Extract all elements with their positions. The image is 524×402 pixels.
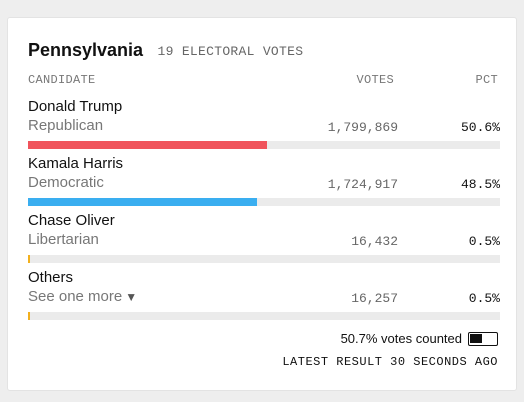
state-title: Pennsylvania [28,40,144,60]
vote-share-bar [28,198,500,206]
candidate-votes: 16,432 [351,234,398,249]
candidate-row-oliver: Chase Oliver Libertarian 16,432 0.5% [28,212,500,269]
toggle-knob [470,333,482,343]
votes-counted-label: 50.7% votes counted [340,331,462,346]
votes-counted-toggle[interactable] [468,331,498,346]
candidate-votes: 1,724,917 [327,177,398,192]
vote-share-bar [28,312,500,320]
candidate-party: Republican [28,117,104,134]
vote-share-fill [28,312,30,320]
electoral-votes: 19 ELECTORAL VOTES [157,44,304,59]
candidate-pct: 0.5% [468,234,500,249]
vote-share-bar [28,141,500,149]
candidate-name: Kamala Harris [28,155,124,172]
latest-result-status: LATEST RESULT 30 SECONDS AGO [282,355,498,369]
vote-share-fill [28,198,257,206]
card-header: Pennsylvania 19 ELECTORAL VOTES [28,40,303,61]
column-header-pct: PCT [475,73,498,87]
candidate-name: Donald Trump [28,98,123,115]
candidate-pct: 48.5% [460,177,500,192]
column-header-votes: VOTES [356,73,394,87]
candidate-row-others: Others See one more ▼ 16,257 0.5% [28,269,500,326]
results-card: Pennsylvania 19 ELECTORAL VOTES CANDIDAT… [7,17,517,391]
votes-counted: 50.7% votes counted [341,331,498,346]
vote-share-fill [28,255,30,263]
triangle-down-icon: ▼ [125,290,138,304]
candidate-row-trump: Donald Trump Republican 1,799,869 50.6% [28,98,500,155]
candidate-name: Others [28,269,74,286]
candidate-name: Chase Oliver [28,212,115,229]
candidate-party: Libertarian [28,231,99,248]
candidate-party: Democratic [28,174,104,191]
candidate-pct: 50.6% [460,120,500,135]
vote-share-fill [28,141,267,149]
candidate-row-harris: Kamala Harris Democratic 1,724,917 48.5% [28,155,500,212]
candidate-pct: 0.5% [468,291,500,306]
candidate-votes: 1,799,869 [327,120,398,135]
candidate-votes: 16,257 [351,291,398,306]
see-more-toggle[interactable]: See one more ▼ [28,288,137,305]
see-more-label: See one more [28,288,123,305]
vote-share-bar [28,255,500,263]
column-header-candidate: CANDIDATE [28,73,96,87]
